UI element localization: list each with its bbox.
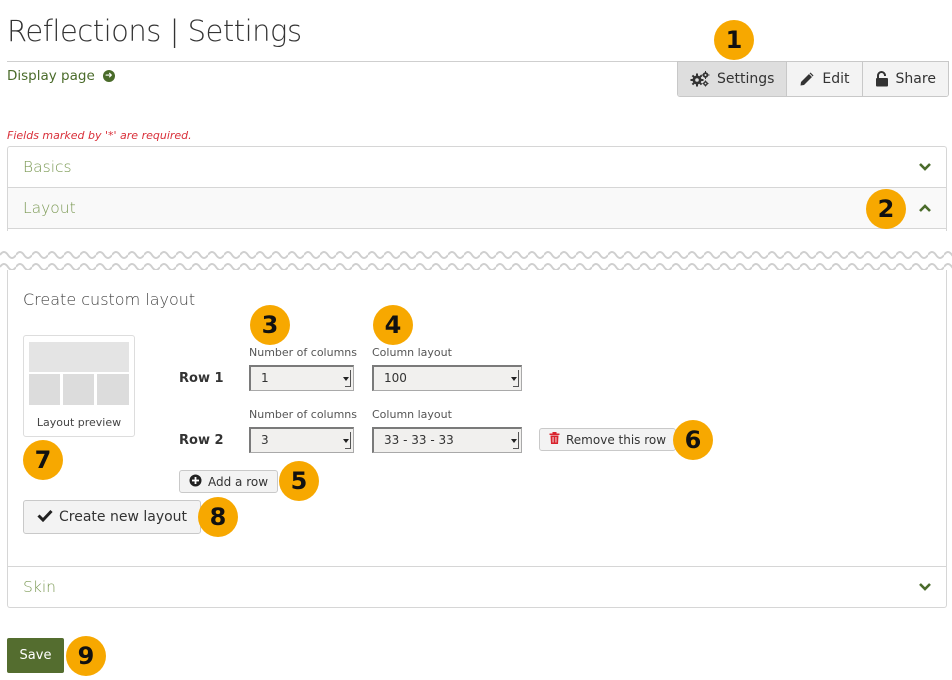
settings-button[interactable]: Settings — [678, 62, 788, 96]
remove-row-label: Remove this row — [566, 432, 667, 447]
dropdown-arrow-icon — [343, 370, 351, 387]
annotation-badge: 8 — [198, 497, 238, 537]
row-1-column-layout-label: Column layout — [372, 346, 452, 359]
chevron-down-icon — [919, 163, 931, 171]
annotation-badge: 9 — [66, 636, 106, 676]
preview-row-1-column — [29, 342, 129, 372]
chevron-up-icon — [919, 204, 931, 212]
preview-row-2-column — [63, 374, 94, 405]
page-toolbar: Settings Edit Share — [677, 61, 949, 97]
row-2-column-layout-select[interactable]: 33 - 33 - 33 — [372, 427, 522, 453]
annotation-badge: 1 — [714, 20, 754, 60]
pencil-icon — [799, 71, 815, 87]
dropdown-arrow-icon — [511, 370, 519, 387]
row-1-column-layout-select[interactable]: 100 — [372, 365, 522, 391]
display-page-label: Display page — [7, 68, 95, 84]
trash-icon — [549, 432, 560, 447]
page-title: Reflections | Settings — [7, 14, 302, 48]
display-page-link[interactable]: Display page ➜ — [7, 68, 115, 84]
section-skin-title: Skin — [23, 578, 56, 596]
row-1-num-columns-value: 1 — [261, 371, 269, 385]
annotation-badge: 3 — [250, 305, 290, 345]
annotation-badge: 4 — [373, 305, 413, 345]
row-2-num-columns-label: Number of columns — [249, 408, 358, 421]
annotation-badge: 6 — [673, 420, 713, 460]
dropdown-arrow-icon — [511, 432, 519, 449]
required-fields-note: Fields marked by '*' are required. — [7, 129, 192, 142]
row-2-label: Row 2 — [179, 433, 224, 448]
layout-preview: Layout preview — [23, 335, 135, 437]
annotation-badge: 7 — [23, 440, 63, 480]
annotation-badge: 2 — [866, 189, 906, 229]
preview-row-2-column — [29, 374, 60, 405]
row-2-column-layout-label: Column layout — [372, 408, 452, 421]
preview-row-2-column — [97, 374, 129, 405]
section-layout-header[interactable]: Layout — [8, 188, 946, 229]
section-skin-header[interactable]: Skin — [8, 566, 946, 607]
section-basics-header[interactable]: Basics — [8, 147, 946, 188]
row-1-column-layout-value: 100 — [384, 371, 407, 385]
annotation-badge: 5 — [279, 461, 319, 501]
settings-label: Settings — [717, 71, 775, 87]
share-button[interactable]: Share — [862, 62, 948, 96]
row-2-num-columns-select[interactable]: 3 — [249, 427, 354, 453]
custom-layout-title: Create custom layout — [23, 290, 196, 309]
row-1-label: Row 1 — [179, 371, 224, 386]
gears-icon — [690, 71, 710, 87]
section-basics-title: Basics — [23, 158, 72, 176]
remove-row-button[interactable]: Remove this row — [539, 428, 677, 451]
row-2-num-columns-value: 3 — [261, 433, 269, 447]
dropdown-arrow-icon — [343, 432, 351, 449]
edit-label: Edit — [822, 71, 850, 87]
create-layout-label: Create new layout — [59, 509, 188, 525]
edit-button[interactable]: Edit — [787, 62, 863, 96]
row-1-num-columns-label: Number of columns — [249, 346, 358, 359]
create-layout-button[interactable]: Create new layout — [23, 500, 202, 534]
plus-circle-icon — [189, 474, 202, 490]
chevron-down-icon — [919, 583, 931, 591]
add-row-label: Add a row — [208, 474, 269, 489]
save-button[interactable]: Save — [7, 638, 64, 673]
section-layout-title: Layout — [23, 199, 76, 217]
row-2-column-layout-value: 33 - 33 - 33 — [384, 433, 454, 447]
checkmark-icon — [37, 509, 53, 526]
layout-preview-label: Layout preview — [36, 416, 122, 429]
unlock-icon — [875, 71, 889, 87]
arrow-circle-right-icon: ➜ — [102, 70, 115, 82]
add-row-button[interactable]: Add a row — [179, 470, 279, 493]
share-label: Share — [895, 71, 936, 87]
row-1-num-columns-select[interactable]: 1 — [249, 365, 354, 391]
settings-accordion-top: Basics Layout — [7, 146, 947, 231]
